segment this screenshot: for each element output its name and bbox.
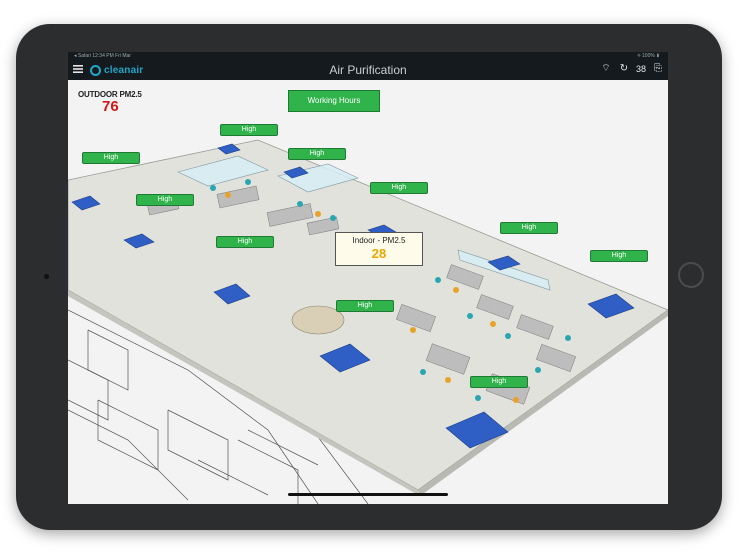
nav-actions: ⌔ ↻ 38 ⎘ <box>600 63 664 75</box>
status-left: ◂ Safari 12:34 PM Fri Mar <box>74 53 131 59</box>
outdoor-pm25-value: 76 <box>102 98 119 115</box>
zone-tag[interactable]: High <box>220 124 278 136</box>
indoor-pm25-value: 28 <box>371 246 387 261</box>
outdoor-pm25-panel: OUTDOOR PM2.5 76 <box>78 90 142 115</box>
wifi-icon[interactable]: ⌔ <box>600 63 612 75</box>
zone-tag[interactable]: High <box>470 376 528 388</box>
logo-icon <box>90 64 101 76</box>
camera-lens <box>44 274 49 279</box>
app-screen: ◂ Safari 12:34 PM Fri Mar ⟡ 100% ▮ clean… <box>68 52 668 504</box>
zone-tag[interactable]: High <box>82 152 140 164</box>
zone-tag[interactable]: High <box>590 250 648 262</box>
home-indicator[interactable] <box>288 493 448 496</box>
working-hours-button[interactable]: Working Hours <box>288 90 380 112</box>
zone-tag[interactable]: High <box>288 148 346 160</box>
zone-tag[interactable]: High <box>136 194 194 206</box>
refresh-icon[interactable]: ↻ <box>618 63 630 75</box>
indoor-pm25-panel[interactable]: Indoor - PM2.5 28 <box>335 232 423 266</box>
nav-bar: cleanair Air Purification ⌔ ↻ 38 ⎘ <box>68 60 668 80</box>
app-logo: cleanair <box>90 62 143 78</box>
zone-tag[interactable]: High <box>336 300 394 312</box>
zone-tag[interactable]: High <box>216 236 274 248</box>
status-bar: ◂ Safari 12:34 PM Fri Mar ⟡ 100% ▮ <box>68 52 668 60</box>
floor-plan-view: OUTDOOR PM2.5 76 Working Hours High High… <box>68 80 668 504</box>
exit-icon[interactable]: ⎘ <box>652 63 664 75</box>
floor-plan-3d[interactable] <box>68 80 668 504</box>
status-right: ⟡ 100% ▮ <box>637 53 660 59</box>
menu-icon[interactable] <box>72 63 84 75</box>
home-button[interactable] <box>678 262 704 288</box>
logo-text: cleanair <box>104 64 144 76</box>
count-badge: 38 <box>635 64 646 74</box>
zone-tag[interactable]: High <box>500 222 558 234</box>
page-title: Air Purification <box>329 63 407 77</box>
zone-tag[interactable]: High <box>370 182 428 194</box>
